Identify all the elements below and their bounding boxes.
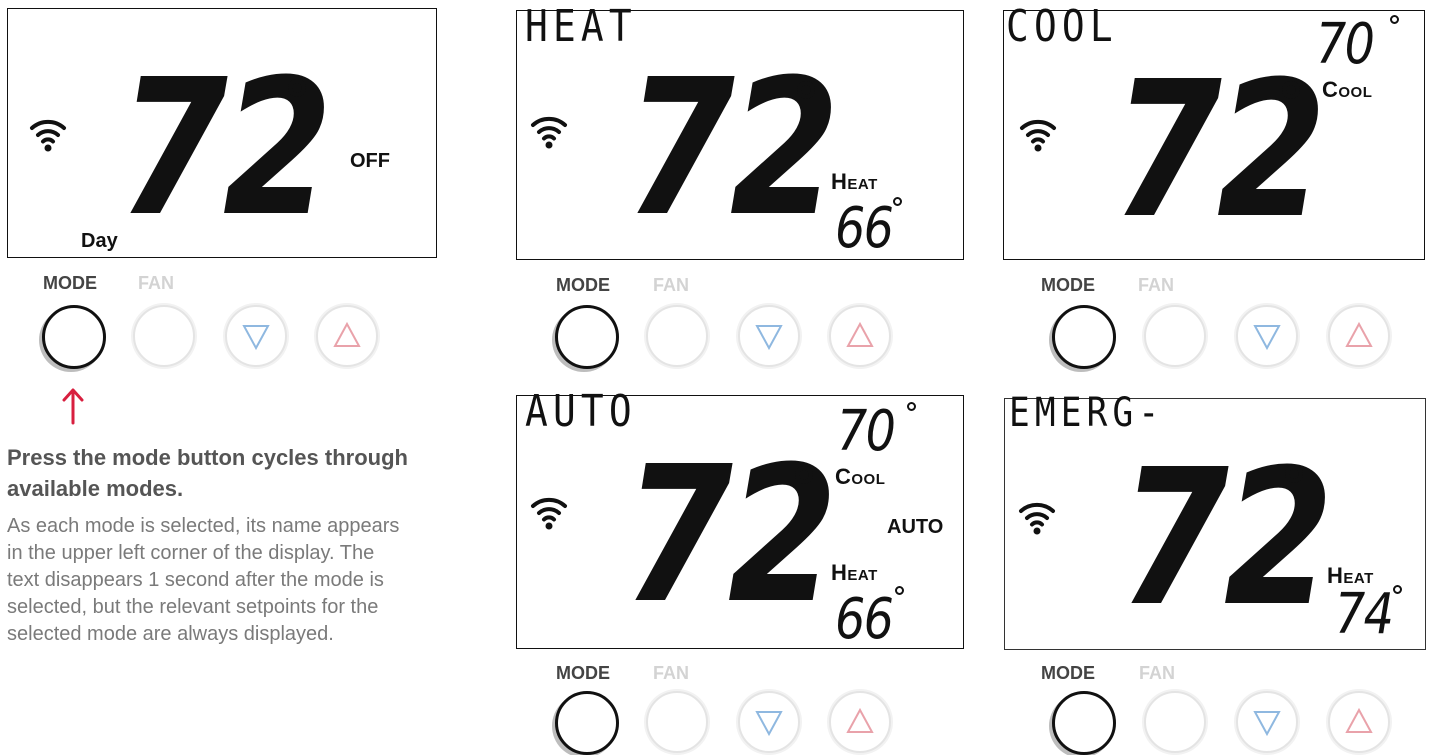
fan-button[interactable] [133,305,195,367]
thermostat-auto: AUTO 70 Cool 72 AUTO Heat 66 MODE FAN [516,390,964,755]
degree-icon [1390,15,1399,24]
mode-text: AUTO [525,386,637,437]
cool-label: Cool [1322,77,1373,102]
up-button[interactable] [316,305,378,367]
down-arrow-icon [242,325,270,351]
instruction-body: As each mode is selected, its name appea… [7,515,400,645]
status-off: OFF [350,150,390,172]
mode-label: MODE [556,663,610,683]
wifi-icon [1020,119,1056,152]
degree-icon [1285,465,1303,483]
up-arrow-icon [1345,707,1373,733]
display-screen: COOL 70 Cool 72 [1003,5,1425,260]
degree-icon [895,586,904,595]
thermostat-cool: COOL 70 Cool 72 MODE FAN [1003,5,1425,370]
fan-label: FAN [1139,663,1175,683]
cool-setpoint: 70 [1316,12,1375,77]
up-button[interactable] [829,305,891,367]
degree-icon [1393,585,1402,594]
heat-setpoint: 66 [835,587,894,652]
heat-label: Heat [831,560,878,585]
display-screen: AUTO 70 Cool 72 AUTO Heat 66 [516,390,964,652]
mode-button[interactable] [42,305,106,369]
fan-label: FAN [138,273,174,293]
fan-label: FAN [1138,275,1174,295]
display-screen: HEAT 72 Heat 66 [516,5,964,261]
up-button[interactable] [829,691,891,753]
mode-label: MODE [556,275,610,295]
down-button[interactable] [738,305,800,367]
fan-button[interactable] [646,305,708,367]
down-arrow-icon [755,711,783,737]
degree-icon [1282,81,1300,99]
mode-label: MODE [1041,275,1095,295]
cool-label: Cool [835,464,886,489]
mode-label: MODE [43,273,97,293]
wifi-icon [30,119,66,152]
fan-label: FAN [653,275,689,295]
status-auto: AUTO [887,516,944,538]
display-screen: 72 OFF Day [7,8,437,258]
down-button[interactable] [1236,691,1298,753]
thermostat-off: 72 OFF Day MODE FAN [7,8,437,398]
mode-button[interactable] [555,691,619,755]
period-label: Day [81,230,118,252]
mode-text: EMERG- [1009,390,1165,436]
down-button[interactable] [738,691,800,753]
display-screen: EMERG- 72 Heat 74 [1004,393,1426,650]
down-arrow-icon [1253,325,1281,351]
degree-icon [907,402,916,411]
degree-icon [288,79,306,97]
wifi-icon [1019,502,1055,535]
mode-label: MODE [1041,663,1095,683]
up-arrow-icon [846,321,874,347]
pointer-arrow-icon [62,388,84,425]
fan-button[interactable] [1144,305,1206,367]
fan-label: FAN [653,663,689,683]
thermostat-emergency: EMERG- 72 Heat 74 MODE FAN [1004,393,1426,755]
heat-setpoint: 74 [1335,582,1394,647]
down-button[interactable] [225,305,287,367]
wifi-icon [531,497,567,530]
heat-setpoint: 66 [835,196,894,261]
mode-button[interactable] [555,305,619,369]
wifi-icon [531,116,567,149]
degree-icon [893,197,902,206]
mode-text: HEAT [525,1,637,52]
degree-icon [795,466,813,484]
fan-button[interactable] [646,691,708,753]
mode-button[interactable] [1052,305,1116,369]
up-arrow-icon [333,321,361,347]
mode-button[interactable] [1052,691,1116,755]
mode-text: COOL [1006,1,1118,52]
degree-icon [797,81,815,99]
fan-button[interactable] [1144,691,1206,753]
instruction-heading: Press the mode button cycles through ava… [7,445,408,501]
down-arrow-icon [1253,711,1281,737]
up-button[interactable] [1328,305,1390,367]
up-button[interactable] [1328,691,1390,753]
heat-label: Heat [831,169,878,194]
up-arrow-icon [846,707,874,733]
cool-setpoint: 70 [837,399,896,464]
down-button[interactable] [1236,305,1298,367]
thermostat-heat: HEAT 72 Heat 66 MODE FAN [516,5,964,370]
down-arrow-icon [755,325,783,351]
up-arrow-icon [1345,321,1373,347]
